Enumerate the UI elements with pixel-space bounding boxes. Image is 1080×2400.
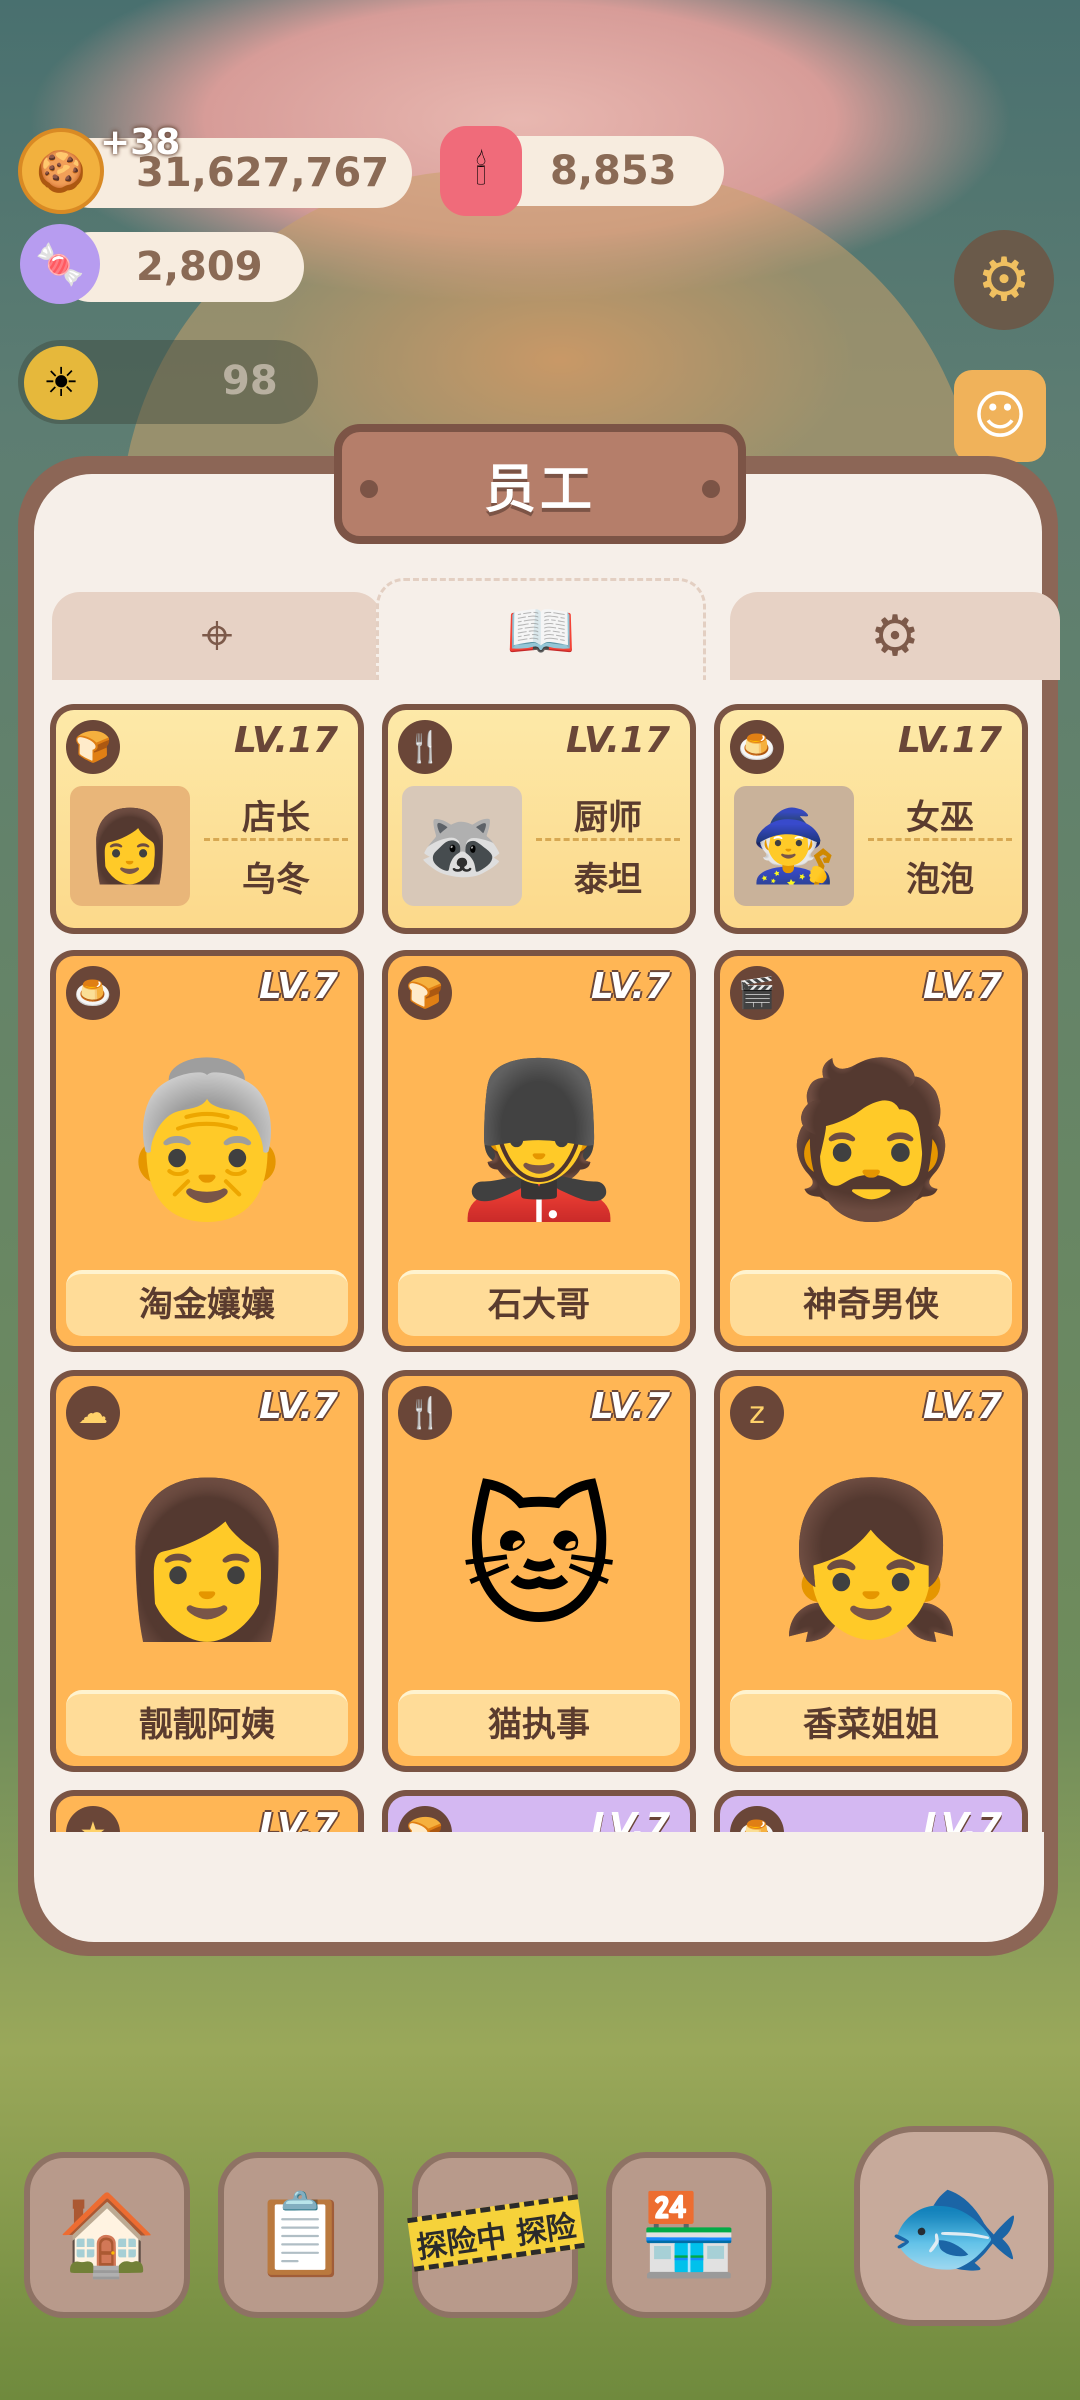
shop-button[interactable]: 🏪 [606,2152,772,2318]
mushroom-house-icon: 🏠 [57,2188,157,2281]
staff-level: LV.17 [565,720,670,761]
card-body: ☁ LV.7 👩 靓靓阿姨 [56,1376,358,1766]
staff-card-manager[interactable]: 🍞 LV.17 👩 店长 乌冬 [50,704,364,934]
staff-role: 厨师 [574,798,642,838]
staff-card[interactable]: 🍞 LV.7 💂 石大哥 [382,950,696,1352]
tab-location[interactable]: ⌖ [52,592,382,680]
tasks-button[interactable]: 📋 [218,2152,384,2318]
staff-name: 香菜姐姐 [730,1690,1012,1756]
panel-tabs: ⌖ 📖 ⚙ [36,578,1060,680]
cookie-coin-icon: 🍪 [18,128,104,214]
panel-title: 员工 [483,459,596,520]
divider [204,838,348,841]
card-body: 🍴 LV.7 🐱 猫执事 [388,1376,690,1766]
sleep-icon: z [730,1386,784,1440]
card-body: 🎬 LV.7 🧔 神奇男侠 [720,956,1022,1346]
sun-value: 98 [222,358,278,404]
staff-name: 淘金孃孃 [66,1270,348,1336]
staff-name: 靓靓阿姨 [66,1690,348,1756]
gem-value: 2,809 [136,244,263,290]
clipboard-icon: 📋 [251,2188,351,2281]
card-body: 🍴 LV.17 🦝 厨师 泰坦 [388,710,690,928]
map-pin-icon: ⌖ [201,603,233,668]
staff-card-witch[interactable]: 🍮 LV.17 🧙 女巫 泡泡 [714,704,1028,934]
staff-portrait: 👩 [70,786,190,906]
staff-level: LV.17 [897,720,1002,761]
staff-figure: 👧 [777,1473,965,1647]
staff-level: LV.7 [259,966,338,1007]
cauldron-icon: 🍮 [730,720,784,774]
card-body: z LV.7 👧 香菜姐姐 [720,1376,1022,1766]
candle-value: 8,853 [550,148,677,194]
staff-card[interactable]: 🎬 LV.7 🧔 神奇男侠 [714,950,1028,1352]
bread-icon: 🍞 [66,720,120,774]
card-body: 🍞 LV.7 💂 石大哥 [388,956,690,1346]
cake-icon: 🍮 [66,966,120,1020]
staff-portrait: 🧙 [734,786,854,906]
pink-candle-icon: 🕯 [440,126,522,216]
staff-figure: 👵 [113,1053,301,1227]
staff-card[interactable]: 🍮 LV.7 👵 淘金孃孃 [50,950,364,1352]
divider [868,838,1012,841]
cloud-icon: ☁ [66,1386,120,1440]
settings-gear-button[interactable]: ⚙ [954,230,1054,330]
staff-level: LV.7 [591,1386,670,1427]
fork-knife-icon: 🍴 [398,720,452,774]
staff-name: 泰坦 [574,860,642,900]
staff-card[interactable]: z LV.7 👧 香菜姐姐 [714,1370,1028,1772]
card-body: 🍮 LV.17 🧙 女巫 泡泡 [720,710,1022,928]
clapper-icon: 🎬 [730,966,784,1020]
panel-title-plate: 员工 [334,424,746,544]
staff-name: 神奇男侠 [730,1270,1012,1336]
staff-figure: 🐱 [460,1473,618,1647]
staff-role: 女巫 [906,798,974,838]
card-body: 🍞 LV.17 👩 店长 乌冬 [56,710,358,928]
staff-portrait: 🦝 [402,786,522,906]
staff-figure: 💂 [445,1053,633,1227]
title-rivet-left [360,480,378,498]
tab-settings[interactable]: ⚙ [730,592,1060,680]
staff-card[interactable]: ☁ LV.7 👩 靓靓阿姨 [50,1370,364,1772]
candy-gem-icon: 🍬 [20,224,100,304]
card-body: 🍮 LV.7 👵 淘金孃孃 [56,956,358,1346]
book-icon: 📖 [506,598,576,664]
list-bottom-fade [36,1832,1044,1942]
tab-book[interactable]: 📖 [376,578,706,680]
bread-icon: 🍞 [398,966,452,1020]
home-button[interactable]: 🏠 [24,2152,190,2318]
fish-bird-icon: 🐟 [885,2161,1023,2290]
gears-icon: ⚙ [869,603,921,669]
fork-knife-icon: 🍴 [398,1386,452,1440]
staff-role: 店长 [242,798,310,838]
event-button[interactable]: 🐟 [854,2126,1054,2326]
staff-card-chef[interactable]: 🍴 LV.17 🦝 厨师 泰坦 [382,704,696,934]
coin-gain: +38 [100,122,181,163]
staff-level: LV.7 [923,1386,1002,1427]
sun-icon: ☀ [24,346,98,420]
staff-grid: 🍞 LV.17 👩 店长 乌冬 🍴 LV.17 🦝 厨师 泰坦 🍮 LV.17 … [50,704,1030,1844]
staff-card[interactable]: 🍴 LV.7 🐱 猫执事 [382,1370,696,1772]
staff-level: LV.17 [233,720,338,761]
staff-figure: 👩 [113,1473,301,1647]
staff-name: 石大哥 [398,1270,680,1336]
staff-level: LV.7 [923,966,1002,1007]
staff-level: LV.7 [591,966,670,1007]
gear-icon: ⚙ [977,245,1031,315]
divider [536,838,680,841]
staff-name: 乌冬 [242,860,310,900]
stall-icon: 🏪 [639,2188,739,2281]
staff-name: 猫执事 [398,1690,680,1756]
staff-figure: 🧔 [777,1053,965,1227]
title-rivet-right [702,480,720,498]
staff-name: 泡泡 [906,860,974,900]
stamp-icon: ☺ [972,386,1028,446]
stamp-button[interactable]: ☺ [954,370,1046,462]
staff-level: LV.7 [259,1386,338,1427]
